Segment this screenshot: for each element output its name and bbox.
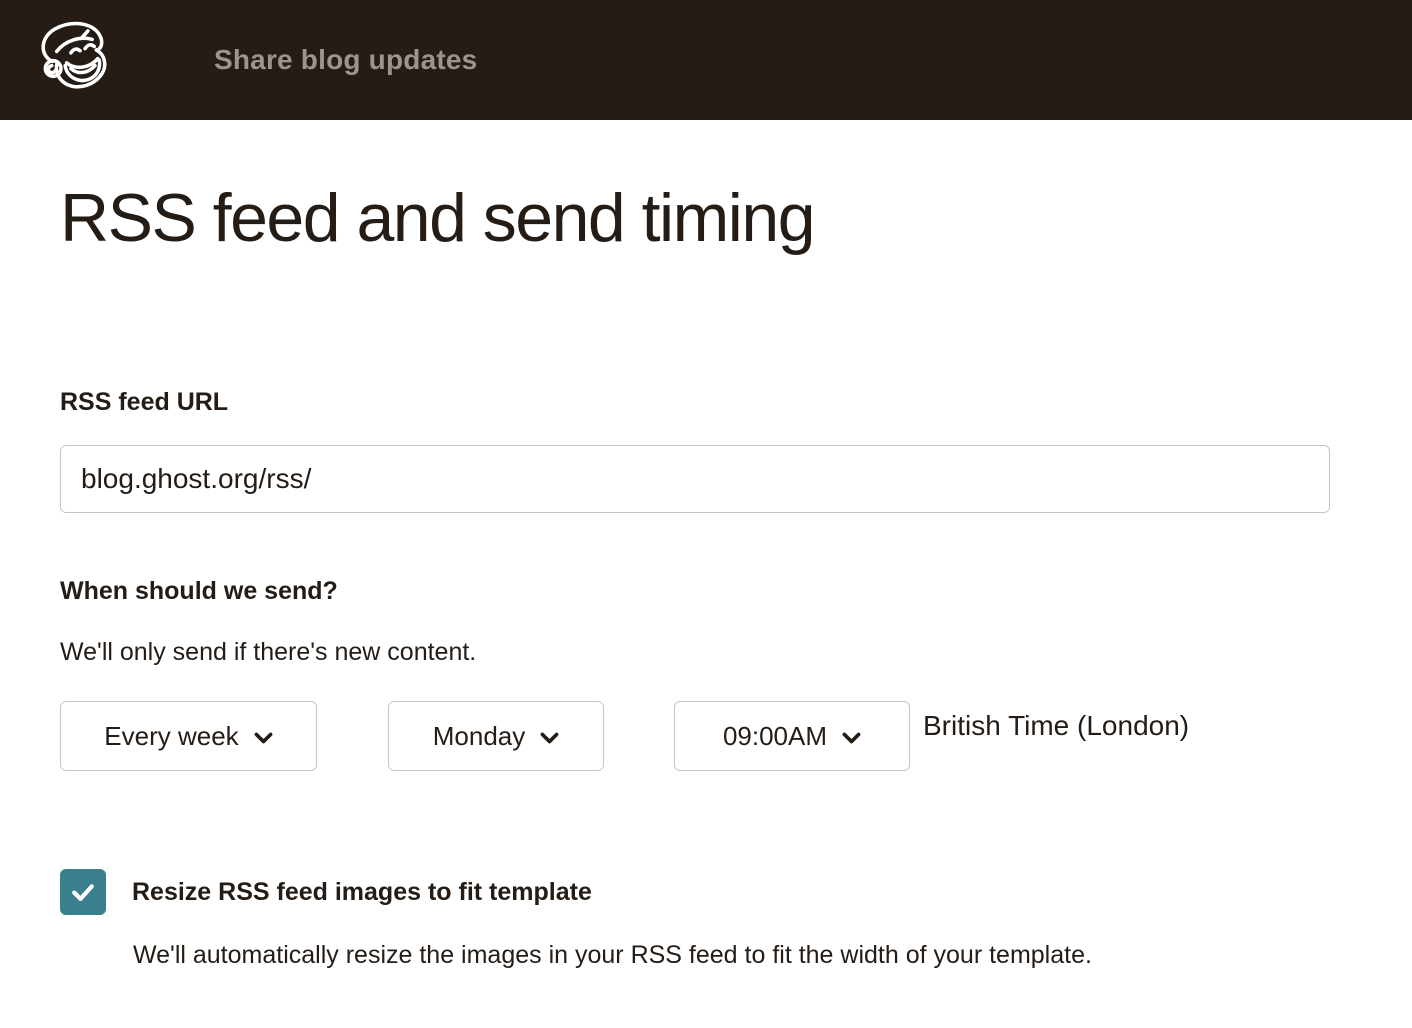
frequency-select[interactable]: Every week <box>60 701 317 771</box>
freddie-icon <box>34 12 112 108</box>
chevron-down-icon <box>842 732 861 744</box>
chevron-down-icon <box>254 732 273 744</box>
rss-url-label: RSS feed URL <box>60 388 1330 417</box>
mailchimp-logo[interactable] <box>34 12 112 108</box>
resize-images-checkbox[interactable] <box>60 869 106 915</box>
frequency-value: Every week <box>104 721 238 752</box>
rss-setup-page: Share blog updates RSS feed and send tim… <box>0 0 1412 1028</box>
day-value: Monday <box>433 721 526 752</box>
page-title: RSS feed and send timing <box>60 180 1330 256</box>
day-select[interactable]: Monday <box>388 701 604 771</box>
chevron-down-icon <box>540 732 559 744</box>
app-header: Share blog updates <box>0 0 1412 120</box>
main-content: RSS feed and send timing RSS feed URL Wh… <box>0 180 1412 970</box>
send-schedule-note: We'll only send if there's new content. <box>60 638 1330 667</box>
resize-images-label[interactable]: Resize RSS feed images to fit template <box>132 878 592 907</box>
resize-images-description: We'll automatically resize the images in… <box>133 941 1330 970</box>
rss-url-input[interactable] <box>60 445 1330 513</box>
send-schedule-controls: Every week Monday 09:00AM British Time (… <box>60 701 1330 771</box>
resize-option-row: Resize RSS feed images to fit template <box>60 869 1330 915</box>
send-schedule-heading: When should we send? <box>60 577 1330 606</box>
timezone-label: British Time (London) <box>923 710 1189 742</box>
campaign-name: Share blog updates <box>214 44 477 76</box>
check-icon <box>68 877 98 907</box>
time-value: 09:00AM <box>723 721 827 752</box>
time-select[interactable]: 09:00AM <box>674 701 910 771</box>
